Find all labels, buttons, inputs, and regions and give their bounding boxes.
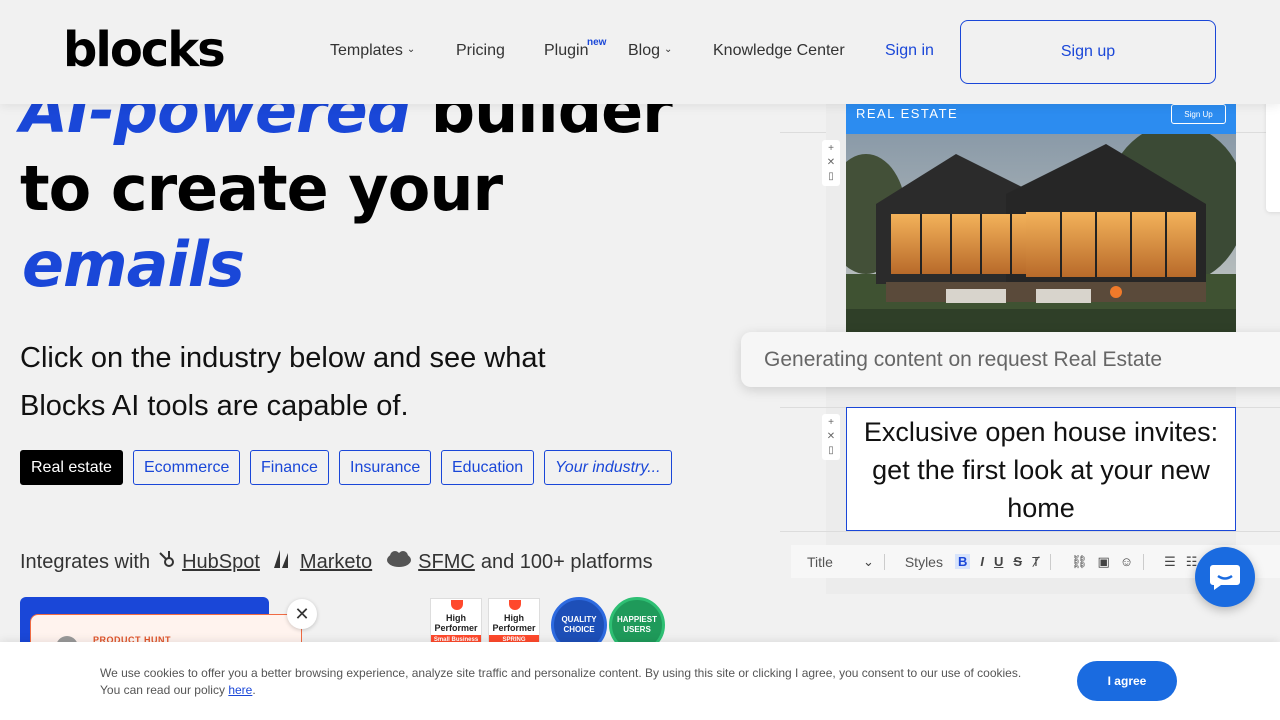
new-badge: new bbox=[587, 37, 607, 48]
integrations-prefix: Integrates with bbox=[20, 550, 151, 573]
email-headline-block[interactable]: Exclusive open house invites: get the fi… bbox=[846, 407, 1236, 531]
editor-side-toolbar[interactable] bbox=[1266, 97, 1280, 212]
clear-format-icon[interactable]: Ⱦ bbox=[1032, 554, 1040, 569]
blocks-logo[interactable]: blocks bbox=[63, 22, 226, 78]
integrations-line: Integrates with HubSpot Marketo SFMC and… bbox=[20, 549, 653, 575]
integrations-suffix: and 100+ platforms bbox=[480, 550, 653, 573]
industry-insurance[interactable]: Insurance bbox=[339, 450, 432, 485]
toolbar-separator bbox=[1143, 553, 1145, 570]
chevron-down-icon: ⌄ bbox=[862, 553, 874, 569]
bullet-list-icon[interactable]: ☰ bbox=[1164, 554, 1176, 570]
cookie-policy-link[interactable]: here bbox=[228, 683, 252, 697]
agree-button[interactable]: I agree bbox=[1077, 661, 1177, 701]
industry-finance[interactable]: Finance bbox=[250, 450, 329, 485]
generating-status: Generating content on request Real Estat… bbox=[741, 332, 1280, 387]
close-icon[interactable]: ✕ bbox=[287, 599, 317, 629]
editor-divider bbox=[780, 531, 1280, 532]
hubspot-icon bbox=[156, 549, 176, 575]
badge-title: High Performer bbox=[492, 613, 536, 633]
chat-widget-button[interactable] bbox=[1195, 547, 1255, 607]
email-signup-button[interactable]: Sign Up bbox=[1171, 104, 1226, 124]
cookie-text: We use cookies to offer you a better bro… bbox=[100, 666, 1022, 697]
hubspot-link[interactable]: HubSpot bbox=[182, 551, 260, 574]
format-styles-dropdown[interactable]: Styles bbox=[905, 554, 943, 570]
nav-templates[interactable]: Templates ⌄ bbox=[330, 42, 415, 60]
industry-real-estate[interactable]: Real estate bbox=[20, 450, 123, 485]
emoji-icon[interactable]: ☺ bbox=[1120, 554, 1133, 569]
sfmc-link[interactable]: SFMC bbox=[418, 551, 475, 574]
marketo-icon bbox=[273, 550, 294, 574]
block-tools-top[interactable]: + ✕ ▯ bbox=[822, 140, 840, 186]
format-title-dropdown[interactable]: Title bbox=[807, 554, 833, 570]
salesforce-cloud-icon bbox=[386, 550, 412, 574]
marketo-link[interactable]: Marketo bbox=[300, 551, 372, 574]
sign-up-button[interactable]: Sign up bbox=[960, 20, 1216, 84]
house-image bbox=[846, 134, 1236, 332]
nav-label: Templates bbox=[330, 42, 403, 59]
chevron-down-icon: ⌄ bbox=[406, 44, 416, 55]
link-icon[interactable]: ⛓ bbox=[1071, 554, 1088, 570]
cookie-banner: We use cookies to offer you a better bro… bbox=[0, 642, 1280, 720]
bold-icon[interactable]: B bbox=[954, 554, 971, 569]
nav-plugin[interactable]: Plugin bbox=[544, 42, 588, 60]
industry-education[interactable]: Education bbox=[441, 450, 535, 485]
toolbar-separator bbox=[883, 553, 885, 570]
italic-icon[interactable]: I bbox=[980, 554, 984, 569]
strikethrough-icon[interactable]: S bbox=[1013, 554, 1022, 569]
email-section-label: REAL ESTATE bbox=[856, 106, 959, 121]
hero-subtitle: Click on the industry below and see what… bbox=[20, 342, 546, 422]
nav-pricing[interactable]: Pricing bbox=[456, 42, 505, 60]
hero-line-2: to create your bbox=[20, 152, 503, 225]
nav-label: Blog bbox=[628, 42, 661, 59]
image-icon[interactable]: ▣ bbox=[1098, 554, 1110, 570]
g2-badge-spring: High Performer SPRING bbox=[488, 598, 540, 645]
chevron-down-icon: ⌄ bbox=[664, 44, 673, 55]
underline-icon[interactable]: U bbox=[994, 554, 1003, 569]
nav-blog[interactable]: Blog ⌄ bbox=[628, 42, 672, 60]
hero-line-3: emails bbox=[22, 228, 245, 301]
site-header: blocks Templates ⌄ Pricing Plugin new Blo… bbox=[0, 0, 1280, 104]
nav-knowledge-center[interactable]: Knowledge Center bbox=[713, 42, 845, 60]
badge-title: High Performer bbox=[434, 613, 478, 633]
industry-custom[interactable]: Your industry... bbox=[544, 450, 672, 485]
industry-ecommerce[interactable]: Ecommerce bbox=[133, 450, 241, 485]
sign-in-link[interactable]: Sign in bbox=[885, 42, 934, 60]
block-tools-bottom[interactable]: + ✕ ▯ bbox=[822, 414, 840, 460]
chat-bubble-icon bbox=[1210, 565, 1240, 590]
toolbar-separator bbox=[1050, 553, 1051, 570]
g2-badge-small-business: High Performer Small Business bbox=[430, 598, 482, 645]
